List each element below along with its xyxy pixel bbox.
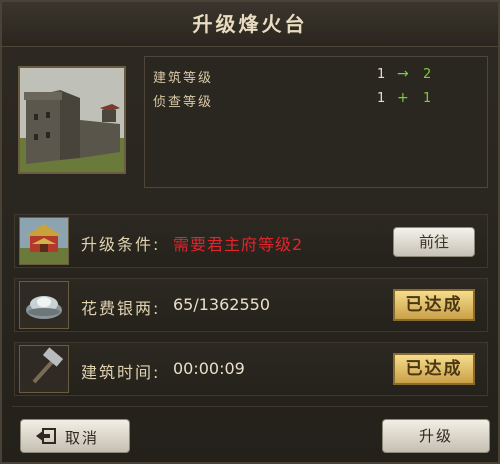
requirement-row-silver: 花费银两: 65/1362550 已达成 xyxy=(14,278,488,332)
dialog-title: 升级烽火台 xyxy=(2,2,498,47)
requirement-label: 建筑时间: xyxy=(81,363,161,382)
achieved-badge: 已达成 xyxy=(393,289,475,321)
hammer-icon xyxy=(19,345,69,393)
requirement-label: 升级条件: xyxy=(81,235,161,254)
stat-next-value: 2 xyxy=(423,67,432,82)
achieved-badge: 已达成 xyxy=(393,353,475,385)
stat-label: 建筑等级 xyxy=(153,71,214,86)
stat-current-value: 1 xyxy=(377,67,386,82)
requirement-value: 00:00:09 xyxy=(173,359,245,378)
requirement-row-lord-mansion: 升级条件: 需要君主府等级2 前往 xyxy=(14,214,488,268)
requirement-value: 需要君主府等级2 xyxy=(173,235,304,254)
cancel-label: 取消 xyxy=(65,429,100,447)
stat-current-value: 1 xyxy=(377,91,386,106)
silver-ingot-icon xyxy=(19,281,69,329)
upgrade-dialog: 升级烽火台 建筑等级 1 → 2 侦查等级 1 + 1 升级条件: 需要君主府等… xyxy=(0,0,500,464)
stat-row-building-level: 建筑等级 1 → 2 xyxy=(153,66,479,87)
back-arrow-icon xyxy=(35,427,57,449)
stat-bonus-value: 1 xyxy=(423,91,432,106)
plus-icon: + xyxy=(397,90,409,106)
requirement-label: 花费银两: xyxy=(81,299,161,318)
requirement-value: 65/1362550 xyxy=(173,295,271,314)
stat-row-scout-level: 侦查等级 1 + 1 xyxy=(153,90,479,111)
stat-label: 侦查等级 xyxy=(153,95,214,110)
palace-icon xyxy=(19,217,69,265)
divider xyxy=(12,406,488,407)
beacon-tower-image xyxy=(18,66,126,174)
cancel-button[interactable]: 取消 xyxy=(20,419,130,453)
go-to-button[interactable]: 前往 xyxy=(393,227,475,257)
upgrade-button[interactable]: 升级 xyxy=(382,419,490,453)
requirement-row-build-time: 建筑时间: 00:00:09 已达成 xyxy=(14,342,488,396)
upgrade-stats-panel: 建筑等级 1 → 2 侦查等级 1 + 1 xyxy=(144,56,488,188)
arrow-right-icon: → xyxy=(397,66,409,82)
